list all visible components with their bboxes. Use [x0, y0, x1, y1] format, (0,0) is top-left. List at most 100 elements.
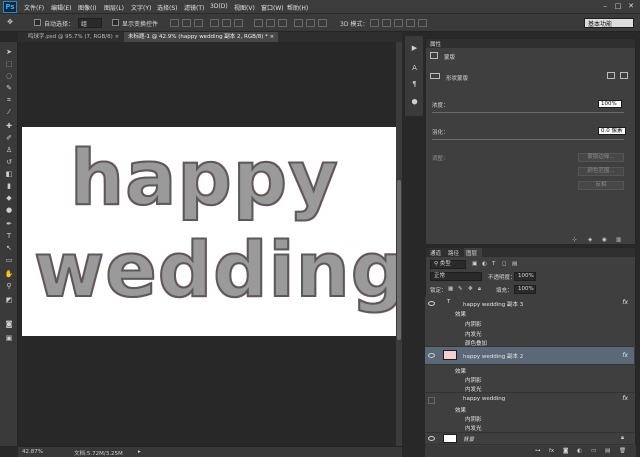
effects-fx-icon[interactable]: fx: [622, 395, 628, 402]
layer-name[interactable]: 背景: [463, 435, 474, 443]
effects-label[interactable]: 效果: [455, 367, 466, 375]
clone-stamp-tool-icon[interactable]: ♙: [4, 146, 14, 155]
type-tool-icon[interactable]: T: [4, 232, 14, 241]
delete-mask-icon[interactable]: ▥: [616, 237, 621, 243]
eraser-tool-icon[interactable]: ◧: [4, 170, 14, 179]
lock-paint-icon[interactable]: ✎: [458, 286, 463, 292]
invert-button[interactable]: 反相: [578, 181, 624, 190]
filter-pixel-icon[interactable]: ▣: [472, 261, 477, 267]
feather-field[interactable]: 0.0 像素: [598, 127, 626, 135]
color-range-button[interactable]: 颜色范围...: [578, 167, 624, 176]
3d-roll-icon[interactable]: [382, 19, 391, 27]
distribute-vcenter-icon[interactable]: [266, 19, 275, 27]
tab-document-2[interactable]: 未标题-1 @ 42.9% (happy wedding 副本 2, RGB/8…: [124, 32, 279, 42]
effect-inner-glow[interactable]: 内发光: [465, 385, 482, 393]
paragraph-panel-icon[interactable]: ¶: [410, 80, 419, 89]
close-window-icon[interactable]: ✕: [626, 2, 636, 11]
scrollbar-thumb[interactable]: [397, 180, 401, 340]
eyedropper-tool-icon[interactable]: ⁄: [4, 108, 14, 117]
dodge-tool-icon[interactable]: ●: [4, 206, 14, 215]
density-slider[interactable]: [432, 112, 624, 113]
workspace-switcher[interactable]: 基本功能: [584, 18, 634, 28]
tab-layers[interactable]: 图层: [464, 248, 482, 257]
menu-type[interactable]: 文字(Y): [131, 3, 151, 12]
load-selection-icon[interactable]: ⊹: [572, 237, 577, 243]
marquee-tool-icon[interactable]: ⬚: [4, 60, 14, 69]
effects-label[interactable]: 效果: [455, 310, 466, 318]
select-pixel-mask-icon[interactable]: [607, 72, 615, 79]
opacity-field[interactable]: 100%: [514, 272, 536, 281]
delete-layer-icon[interactable]: 🗑︎: [619, 448, 626, 454]
apply-mask-icon[interactable]: ◈: [588, 237, 592, 243]
pen-tool-icon[interactable]: ✒: [4, 220, 14, 229]
history-brush-tool-icon[interactable]: ↺: [4, 158, 14, 167]
effect-inner-shadow[interactable]: 内阴影: [465, 415, 482, 423]
layer-name[interactable]: happy wedding 副本 2: [463, 352, 523, 360]
minimize-icon[interactable]: –: [600, 2, 610, 11]
zoom-tool-icon[interactable]: ⚲: [4, 282, 14, 291]
hand-tool-icon[interactable]: ✋: [4, 270, 14, 279]
align-vcenter-icon[interactable]: [182, 19, 191, 27]
mask-edge-button[interactable]: 蒙版边缘...: [578, 153, 624, 162]
lock-transparent-icon[interactable]: ▦: [448, 286, 453, 292]
screen-mode-icon[interactable]: ▣: [4, 334, 14, 343]
tab-channels[interactable]: 通道: [430, 249, 441, 257]
filter-shape-icon[interactable]: ◻: [502, 261, 507, 267]
menu-filter[interactable]: 滤镜(T): [184, 3, 204, 12]
menu-help[interactable]: 帮助(H): [287, 3, 308, 12]
layer-row-background[interactable]: 背景 🔒︎: [425, 433, 634, 445]
distribute-bottom-icon[interactable]: [278, 19, 287, 27]
menu-view[interactable]: 视图(V): [234, 3, 255, 12]
select-vector-mask-icon[interactable]: [620, 72, 628, 79]
distribute-right-icon[interactable]: [318, 19, 327, 27]
effect-inner-glow[interactable]: 内发光: [465, 424, 482, 432]
blur-tool-icon[interactable]: ◆: [4, 194, 14, 203]
menu-select[interactable]: 选择(S): [157, 3, 178, 12]
3d-panel-icon[interactable]: ⬢: [410, 98, 419, 107]
auto-select-dropdown[interactable]: 组: [78, 18, 102, 28]
menu-edit[interactable]: 编辑(E): [51, 3, 71, 12]
menu-file[interactable]: 文件(F): [24, 3, 44, 12]
effect-inner-shadow[interactable]: 内阴影: [465, 376, 482, 384]
filter-type-icon[interactable]: T: [492, 261, 495, 267]
effect-color-overlay[interactable]: 颜色叠加: [465, 339, 487, 347]
add-style-icon[interactable]: fx: [549, 448, 554, 454]
menu-image[interactable]: 图像(I): [78, 3, 96, 12]
align-bottom-icon[interactable]: [194, 19, 203, 27]
align-hcenter-icon[interactable]: [222, 19, 231, 27]
effect-inner-shadow[interactable]: 内阴影: [465, 320, 482, 328]
close-tab-icon[interactable]: ×: [270, 34, 275, 40]
auto-select-checkbox[interactable]: [34, 19, 41, 26]
quick-mask-icon[interactable]: ◙: [4, 320, 14, 329]
move-tool-preset-icon[interactable]: ✥: [5, 18, 15, 27]
maximize-icon[interactable]: □: [613, 2, 623, 11]
effects-fx-icon[interactable]: fx: [622, 299, 628, 306]
new-adjustment-icon[interactable]: ◐: [577, 448, 582, 454]
quick-select-tool-icon[interactable]: ✎: [4, 84, 14, 93]
visibility-eye-icon[interactable]: [428, 436, 435, 441]
layer-row[interactable]: happy wedding fx 效果 内阴影 内发光: [425, 393, 634, 433]
path-select-tool-icon[interactable]: ↖: [4, 244, 14, 253]
distribute-left-icon[interactable]: [294, 19, 303, 27]
3d-slide-icon[interactable]: [406, 19, 415, 27]
visibility-hidden-box[interactable]: [428, 397, 435, 404]
layer-row[interactable]: T happy wedding 副本 3 fx 效果 内阴影 内发光 颜色叠加: [425, 297, 634, 347]
menu-layer[interactable]: 图层(L): [104, 3, 124, 12]
filter-smart-object-icon[interactable]: ▤: [512, 261, 517, 267]
effects-fx-icon[interactable]: fx: [622, 352, 628, 359]
healing-brush-tool-icon[interactable]: ✚: [4, 122, 14, 131]
brush-tool-icon[interactable]: ✐: [4, 134, 14, 143]
add-mask-icon[interactable]: ◙: [563, 448, 568, 454]
blend-mode-dropdown[interactable]: 正常: [430, 272, 482, 281]
tab-document-1[interactable]: 鸣球字.psd @ 95.7% (7, RGB/8) ×: [24, 32, 123, 42]
3d-drag-icon[interactable]: [394, 19, 403, 27]
lock-all-icon[interactable]: 🔒︎: [478, 286, 481, 293]
distribute-top-icon[interactable]: [254, 19, 263, 27]
new-layer-icon[interactable]: ▤: [605, 448, 610, 454]
link-layers-icon[interactable]: ⊶: [535, 448, 541, 454]
toggle-mask-icon[interactable]: ◉: [602, 237, 607, 243]
status-menu-arrow-icon[interactable]: ▸: [138, 449, 141, 455]
filter-adjustment-icon[interactable]: ◐: [482, 261, 487, 267]
lasso-tool-icon[interactable]: ◌: [4, 72, 14, 81]
vector-mask-icon[interactable]: [430, 73, 440, 79]
